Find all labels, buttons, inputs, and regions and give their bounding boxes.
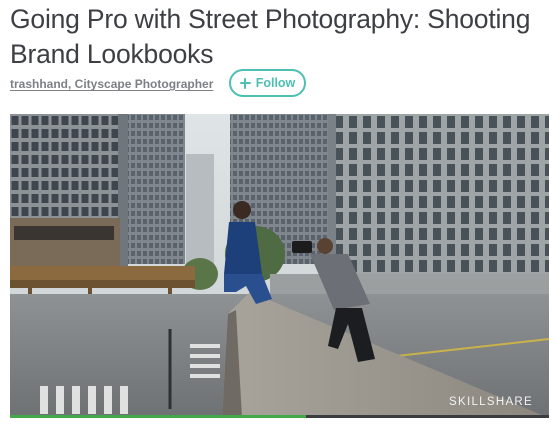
video-player[interactable]: SKILLSHARE: [10, 114, 549, 418]
course-title: Going Pro with Street Photography: Shoot…: [10, 4, 531, 69]
skillshare-watermark: SKILLSHARE: [449, 396, 533, 408]
video-progress-track[interactable]: [10, 415, 549, 418]
plus-icon: [239, 77, 251, 89]
video-frame: [10, 114, 549, 418]
follow-label: Follow: [255, 76, 296, 90]
author-row: trashhand, Cityscape Photographer Follow: [10, 68, 550, 100]
author-link[interactable]: trashhand, Cityscape Photographer: [10, 77, 213, 91]
video-progress-fill: [10, 415, 307, 418]
follow-button[interactable]: Follow: [229, 69, 306, 97]
